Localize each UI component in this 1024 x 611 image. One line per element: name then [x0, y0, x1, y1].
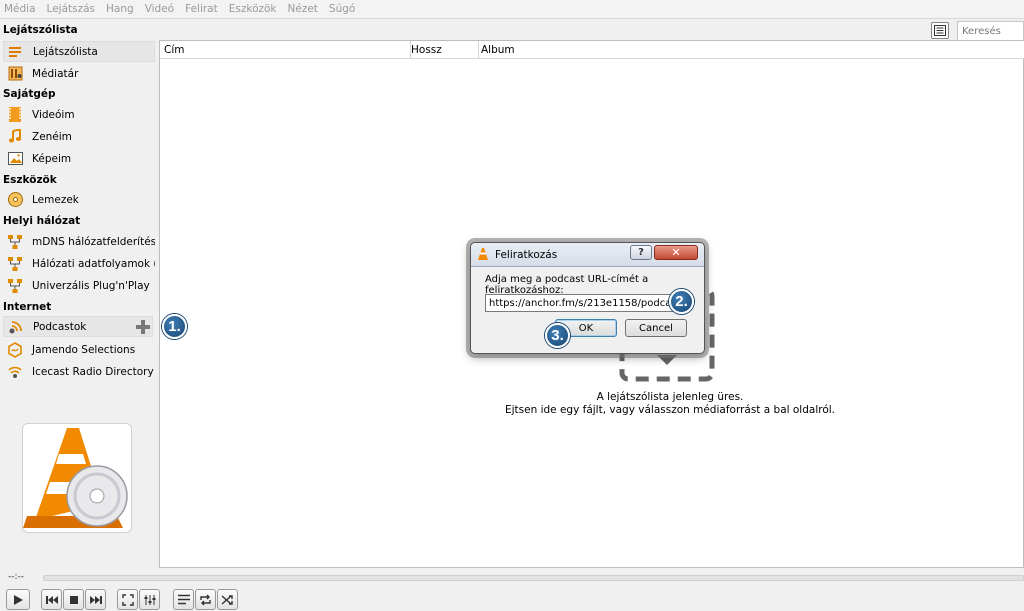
previous-icon	[45, 595, 58, 604]
section-heading-lan: Helyi hálózat	[3, 215, 81, 227]
sidebar-item-podcasts[interactable]: Podcastok	[3, 316, 153, 337]
podcast-icon	[8, 319, 24, 335]
loop-button[interactable]	[195, 589, 216, 610]
sidebar-item-discs[interactable]: Lemezek	[3, 189, 155, 210]
media-library-icon	[7, 66, 23, 82]
music-note-icon	[7, 129, 23, 145]
menu-media[interactable]: Média	[4, 3, 36, 15]
play-icon	[14, 594, 23, 605]
extended-settings-button[interactable]	[139, 589, 160, 610]
sidebar-item-videos[interactable]: Videóim	[3, 104, 155, 125]
list-view-icon	[934, 25, 946, 36]
picture-icon	[7, 151, 23, 167]
menu-subtitle[interactable]: Felirat	[185, 3, 218, 15]
empty-playlist-message: A lejátszólista jelenleg üres. Ejtsen id…	[480, 391, 860, 417]
menu-help[interactable]: Súgó	[329, 3, 355, 15]
section-heading-my-computer: Sajátgép	[3, 88, 56, 100]
network-icon	[7, 234, 23, 250]
view-mode-button[interactable]	[931, 22, 949, 39]
stop-button[interactable]	[63, 589, 84, 610]
radio-icon	[7, 364, 23, 380]
sidebar-item-network-streams[interactable]: Hálózati adatfolyamok (S...	[3, 253, 155, 274]
playlist-header: Cím Hossz Album	[160, 41, 1024, 59]
column-duration[interactable]: Hossz	[411, 44, 442, 56]
section-heading-internet: Internet	[3, 301, 52, 313]
elapsed-time: --:--	[8, 572, 25, 582]
album-art	[22, 423, 132, 533]
film-icon	[7, 107, 23, 123]
column-album[interactable]: Album	[481, 44, 515, 56]
next-icon	[89, 595, 102, 604]
sidebar-item-label: Univerzális Plug'n'Play	[32, 279, 150, 292]
seek-slider[interactable]	[43, 575, 1024, 581]
disc-icon	[7, 192, 23, 208]
sidebar: Lejátszólista Médiatár Sajátgép Videóim …	[0, 40, 158, 568]
sidebar-item-icecast[interactable]: Icecast Radio Directory	[3, 361, 155, 382]
sidebar-item-pictures[interactable]: Képeim	[3, 148, 155, 169]
dialog-titlebar[interactable]: Feliratkozás ? ✕	[471, 243, 704, 267]
stop-icon	[69, 595, 78, 604]
callout-badge-3: 3.	[545, 323, 570, 348]
sidebar-item-music[interactable]: Zenéim	[3, 126, 155, 147]
sidebar-item-label: mDNS hálózatfelderítés	[32, 235, 155, 248]
callout-badge-2: 2.	[669, 289, 694, 314]
playlist-heading: Lejátszólista	[3, 24, 78, 36]
help-button[interactable]: ?	[630, 245, 652, 260]
sidebar-item-label: Videóim	[32, 108, 75, 121]
sidebar-item-label: Jamendo Selections	[32, 343, 136, 356]
playlist-icon	[177, 594, 190, 605]
vlc-cone-icon	[478, 248, 488, 260]
shuffle-icon	[221, 594, 233, 605]
podcast-url-input[interactable]	[485, 294, 685, 312]
add-podcast-button[interactable]	[133, 317, 153, 337]
menu-audio[interactable]: Hang	[106, 3, 134, 15]
sidebar-item-label: Podcastok	[33, 320, 87, 333]
empty-line-2: Ejtsen ide egy fájlt, vagy válasszon méd…	[504, 404, 836, 416]
sidebar-item-label: Médiatár	[32, 67, 79, 80]
toggle-playlist-button[interactable]	[173, 589, 194, 610]
sidebar-item-upnp[interactable]: Univerzális Plug'n'Play	[3, 275, 155, 296]
sidebar-item-label: Lemezek	[32, 193, 79, 206]
column-separator[interactable]	[478, 41, 479, 59]
equalizer-icon	[144, 594, 155, 605]
sidebar-item-jamendo[interactable]: Jamendo Selections	[3, 339, 155, 360]
sidebar-item-playlist[interactable]: Lejátszólista	[3, 41, 155, 62]
menu-view[interactable]: Nézet	[288, 3, 318, 15]
fullscreen-icon	[121, 593, 134, 606]
sidebar-item-label: Hálózati adatfolyamok (S...	[32, 257, 155, 270]
sidebar-item-label: Lejátszólista	[33, 45, 98, 58]
menu-playback[interactable]: Lejátszás	[47, 3, 95, 15]
playlist-icon	[8, 44, 24, 60]
dialog-title: Feliratkozás	[495, 249, 558, 261]
fullscreen-button[interactable]	[117, 589, 138, 610]
previous-button[interactable]	[41, 589, 62, 610]
sidebar-item-label: Képeim	[32, 152, 72, 165]
jamendo-icon	[7, 341, 23, 358]
network-icon	[7, 256, 23, 272]
shuffle-button[interactable]	[217, 589, 238, 610]
callout-badge-1: 1.	[162, 314, 187, 339]
cancel-button[interactable]: Cancel	[625, 319, 687, 337]
vlc-cone-icon	[23, 428, 128, 528]
play-button[interactable]	[6, 589, 30, 610]
sidebar-item-label: Zenéim	[32, 130, 72, 143]
network-icon	[7, 278, 23, 294]
next-button[interactable]	[85, 589, 106, 610]
sidebar-item-mdns[interactable]: mDNS hálózatfelderítés	[3, 231, 155, 252]
loop-icon	[200, 594, 211, 605]
menu-video[interactable]: Videó	[145, 3, 174, 15]
plus-icon	[136, 320, 150, 334]
empty-line-1: A lejátszólista jelenleg üres.	[596, 391, 744, 403]
menu-tools[interactable]: Eszközök	[229, 3, 277, 15]
close-button[interactable]: ✕	[654, 245, 698, 260]
sidebar-item-label: Icecast Radio Directory	[32, 365, 154, 378]
sidebar-item-media-library[interactable]: Médiatár	[3, 63, 155, 84]
section-heading-devices: Eszközök	[3, 174, 57, 186]
column-title[interactable]: Cím	[164, 44, 184, 56]
search-input[interactable]	[957, 21, 1024, 41]
menu-bar: Média Lejátszás Hang Videó Felirat Eszkö…	[0, 0, 1024, 19]
